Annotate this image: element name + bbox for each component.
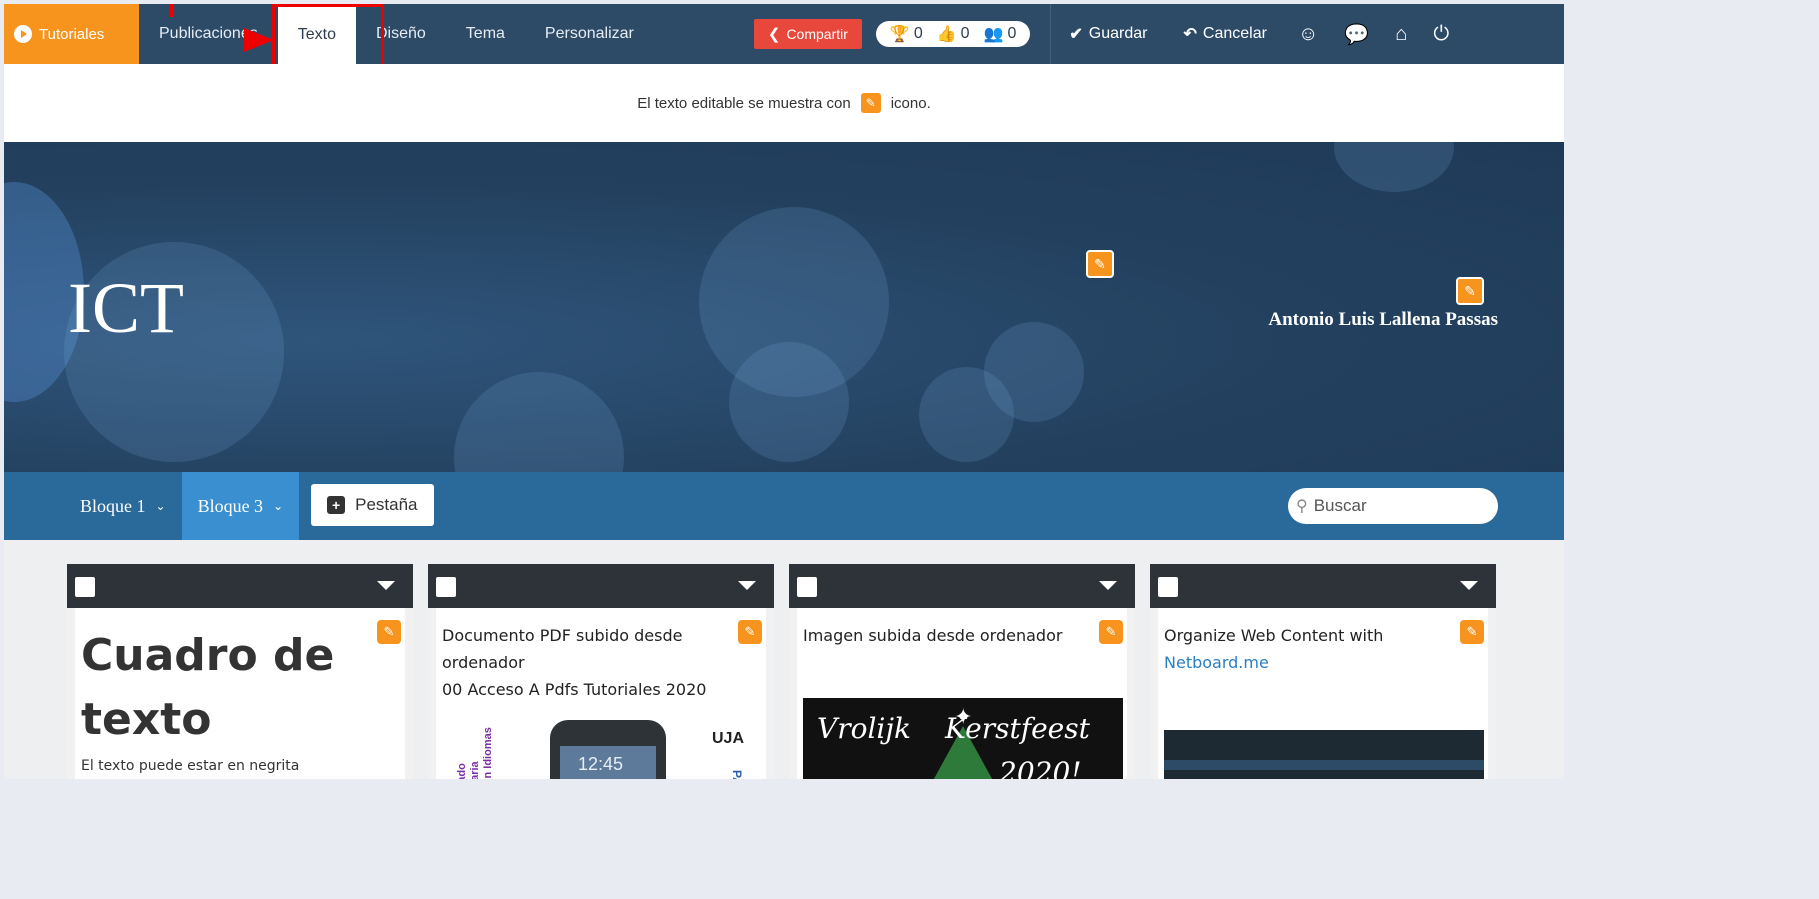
card-title[interactable]: Imagen subida desde ordenador — [797, 608, 1127, 649]
uja-logo: UJA — [711, 730, 744, 747]
save-label: Guardar — [1088, 25, 1148, 42]
hint-text-before: El texto editable se muestra con — [637, 94, 851, 112]
save-button[interactable]: ✔ Guardar — [1051, 4, 1165, 64]
card-title[interactable]: Documento PDF subido desde ordenador 00 … — [436, 608, 766, 703]
pencil-icon[interactable]: ✎ — [377, 620, 401, 644]
card-image: Imagen subida desde ordenador ✦ Vrolijk … — [789, 564, 1135, 779]
home-icon[interactable]: ⌂ — [1382, 4, 1420, 64]
trophy-icon: 🏆 — [889, 26, 910, 43]
site-title[interactable]: ICT — [68, 267, 184, 350]
trophy-stat: 🏆 0 — [889, 25, 923, 43]
phone-image: 12:45 — [550, 720, 666, 779]
app-frame: Tutoriales Publicaciones Texto Diseño Te… — [4, 4, 1564, 779]
cancel-label: Cancelar — [1202, 25, 1267, 42]
header-banner: ICT ✎ ✎ Antonio Luis Lallena Passas — [4, 142, 1564, 472]
thumb-toolbar — [1164, 760, 1484, 770]
pdf-preview[interactable]: Profesorado Universitaria Formación Idio… — [442, 718, 762, 779]
menu-tema[interactable]: Tema — [446, 4, 525, 64]
pencil-icon: ✎ — [860, 93, 881, 113]
top-navbar: Tutoriales Publicaciones Texto Diseño Te… — [4, 4, 1564, 64]
video-thumbnail[interactable] — [1164, 730, 1484, 779]
chevron-down-icon: ⌄ — [155, 498, 166, 513]
card-header — [67, 564, 413, 608]
card-body: Cuadro de texto El texto puede estar en … — [67, 608, 413, 779]
add-tab-button[interactable]: + Pestaña — [311, 484, 434, 526]
pencil-icon[interactable]: ✎ — [1456, 277, 1484, 305]
card-checkbox[interactable] — [436, 577, 456, 597]
annotation-line — [169, 4, 174, 17]
profile-icon[interactable]: ☺ — [1285, 4, 1331, 64]
caret-down-icon[interactable] — [377, 581, 395, 590]
christmas-image[interactable]: ✦ Vrolijk Kerstfeest 2020! — [803, 698, 1123, 779]
hint-text-after: icono. — [890, 94, 931, 112]
check-icon: ✔ — [1069, 26, 1083, 43]
users-icon: 👥 — [983, 26, 1004, 43]
share-label: Compartir — [786, 26, 848, 42]
card-checkbox[interactable] — [1158, 577, 1178, 597]
card-grid: Cuadro de texto El texto puede estar en … — [67, 564, 1507, 779]
chat-icon[interactable]: 💬 — [1331, 4, 1382, 64]
thumbs-up-icon: 👍 — [936, 26, 957, 43]
pencil-icon[interactable]: ✎ — [1099, 620, 1123, 644]
tab-bar: Bloque 1 ⌄ Bloque 3 ⌄ + Pestaña ⚲ Buscar — [4, 472, 1564, 540]
card-checkbox[interactable] — [75, 577, 95, 597]
card-body: Imagen subida desde ordenador ✦ Vrolijk … — [789, 608, 1135, 779]
netboard-link[interactable]: Netboard.me — [1164, 649, 1478, 676]
image-text: 2020! — [999, 756, 1082, 779]
card-body: Documento PDF subido desde ordenador 00 … — [428, 608, 774, 779]
tab-bloque-1[interactable]: Bloque 1 ⌄ — [64, 472, 182, 540]
image-text: Vrolijk — [817, 712, 912, 745]
card-header — [789, 564, 1135, 608]
phone-clock: 12:45 — [578, 754, 624, 774]
share-icon: ❮ — [767, 26, 781, 43]
search-icon: ⚲ — [1296, 498, 1308, 515]
card-header — [428, 564, 774, 608]
pdf-side-text: Profesorado Universitaria Formación Idio… — [456, 727, 494, 779]
card-pdf: Documento PDF subido desde ordenador 00 … — [428, 564, 774, 779]
menu-personalizar[interactable]: Personalizar — [525, 4, 654, 64]
caret-down-icon[interactable] — [1099, 581, 1117, 590]
pencil-icon[interactable]: ✎ — [1460, 620, 1484, 644]
card-text: El texto puede estar en negrita — [81, 758, 300, 774]
image-text: Kerstfeest — [945, 712, 1090, 745]
pdf-vertical-label: PA — [730, 770, 744, 779]
tab-bloque-3[interactable]: Bloque 3 ⌄ — [181, 472, 300, 540]
caret-down-icon[interactable] — [1460, 581, 1478, 590]
power-icon[interactable]: ⏻ — [1420, 4, 1462, 64]
cancel-button[interactable]: ↶ Cancelar — [1166, 4, 1285, 64]
share-button[interactable]: ❮ Compartir — [753, 19, 862, 49]
editable-hint: El texto editable se muestra con ✎ icono… — [4, 64, 1564, 142]
tutorials-button[interactable]: Tutoriales — [4, 4, 139, 64]
card-header — [1150, 564, 1496, 608]
author-name[interactable]: Antonio Luis Lallena Passas — [1268, 309, 1498, 331]
bokeh-bubble — [1334, 142, 1454, 192]
bokeh-bubble — [729, 342, 849, 462]
annotation-highlight-box — [272, 4, 384, 70]
search-placeholder: Buscar — [1313, 496, 1367, 515]
play-icon — [14, 25, 32, 43]
pencil-icon[interactable]: ✎ — [738, 620, 762, 644]
caret-down-icon[interactable] — [738, 581, 756, 590]
tutorials-label: Tutoriales — [39, 25, 105, 43]
undo-icon: ↶ — [1183, 26, 1197, 43]
plus-icon: + — [327, 496, 346, 514]
card-checkbox[interactable] — [797, 577, 817, 597]
bokeh-bubble — [454, 372, 624, 472]
bokeh-bubble — [984, 322, 1084, 422]
chevron-down-icon: ⌄ — [273, 498, 284, 513]
card-body: Organize Web Content with Netboard.me — [1150, 608, 1496, 779]
likes-stat: 👍 0 — [936, 25, 970, 43]
card-title[interactable]: Cuadro de texto — [75, 608, 405, 752]
card-text-box: Cuadro de texto El texto puede estar en … — [67, 564, 413, 779]
card-title[interactable]: Organize Web Content with Netboard.me — [1158, 608, 1488, 676]
stats-pill: 🏆 0 👍 0 👥 0 — [875, 21, 1031, 47]
pencil-icon[interactable]: ✎ — [1086, 250, 1114, 278]
card-netboard: Organize Web Content with Netboard.me ✎ — [1150, 564, 1496, 779]
followers-stat: 👥 0 — [983, 25, 1017, 43]
annotation-arrow — [244, 28, 274, 52]
search-input[interactable]: ⚲ Buscar — [1288, 488, 1498, 524]
